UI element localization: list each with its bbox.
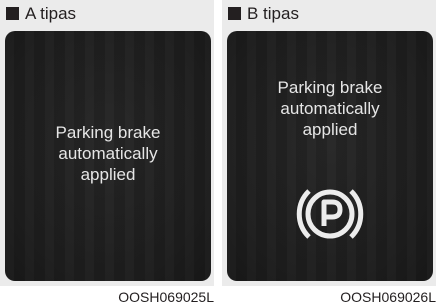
message-line: Parking brake — [55, 123, 161, 142]
warning-message: Parking brake automatically applied — [227, 77, 433, 140]
panel-type-b: B tipas Parking brake automatically appl… — [222, 0, 436, 307]
square-bullet-icon — [6, 7, 19, 20]
image-code: OOSH069025L — [118, 289, 214, 305]
panel-header: A tipas — [0, 0, 214, 28]
message-line: automatically — [58, 144, 158, 163]
cluster-display: Parking brake automatically applied — [5, 31, 211, 281]
warning-message: Parking brake automatically applied — [5, 122, 211, 185]
image-code: OOSH069026L — [340, 289, 436, 305]
display-frame: Parking brake automatically applied — [0, 28, 214, 286]
parking-brake-icon — [296, 189, 364, 239]
display-frame: Parking brake automatically applied — [222, 28, 436, 286]
cluster-display: Parking brake automatically applied — [227, 31, 433, 281]
panel-heading: A tipas — [25, 4, 77, 23]
message-line: applied — [302, 120, 358, 139]
panel-header: B tipas — [222, 0, 436, 28]
message-line: Parking brake — [277, 78, 383, 97]
panel-heading: B tipas — [247, 4, 299, 23]
message-line: applied — [80, 165, 136, 184]
panel-type-a: A tipas Parking brake automatically appl… — [0, 0, 214, 307]
message-line: automatically — [280, 99, 380, 118]
square-bullet-icon — [228, 7, 241, 20]
